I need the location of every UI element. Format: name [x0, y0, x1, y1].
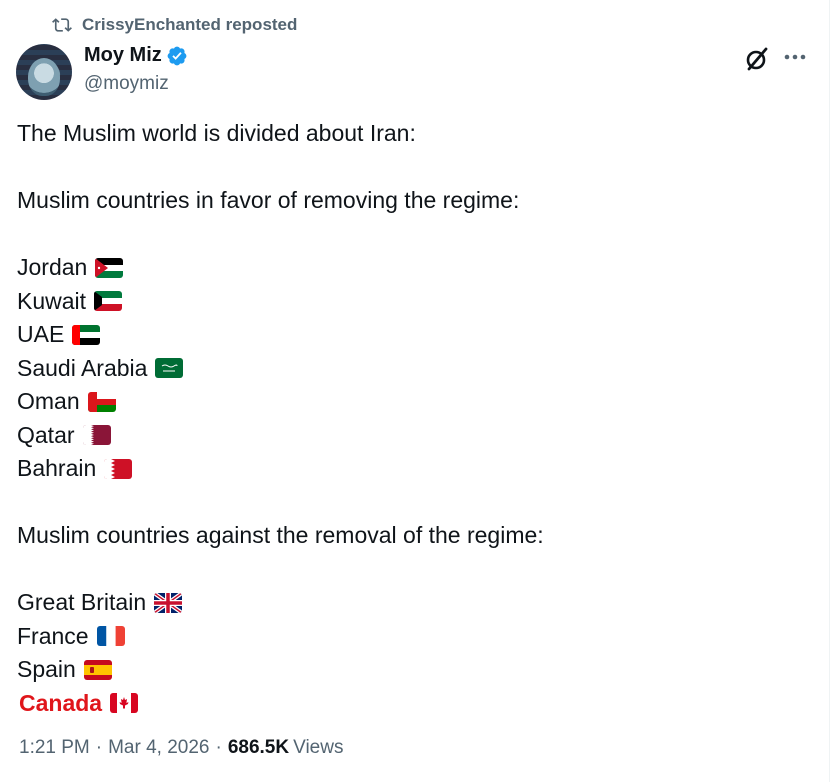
views-count: 686.5K [227, 737, 290, 758]
list-item: UAE [17, 318, 817, 352]
more-options-icon[interactable] [780, 44, 810, 70]
author-name-row[interactable]: Moy Miz [84, 44, 188, 67]
country-name: UAE [17, 321, 65, 347]
repost-text: CrissyEnchanted reposted [82, 15, 298, 34]
country-name: Jordan [17, 254, 88, 280]
list-item: Qatar [17, 419, 817, 453]
right-border [829, 0, 830, 782]
country-name: Great Britain [17, 589, 147, 615]
country-name: Canada [19, 689, 103, 716]
spain-flag-icon [83, 659, 112, 680]
tweet-meta: 1:21 PM · Mar 4, 2026 · 686.5K Views [19, 737, 343, 759]
saudi-arabia-flag-icon [155, 358, 184, 379]
against-heading: Muslim countries against the removal of … [17, 522, 544, 548]
qatar-flag-icon [82, 425, 111, 446]
country-name: Kuwait [17, 287, 87, 314]
grok-icon[interactable] [744, 46, 770, 72]
repost-icon [52, 18, 72, 32]
list-item: Saudi Arabia [17, 352, 817, 386]
list-item: France [17, 620, 817, 654]
tweet-time[interactable]: 1:21 PM [19, 737, 90, 759]
country-name: France [17, 622, 89, 649]
canada-flag-icon [110, 693, 139, 714]
tweet-intro: The Muslim world is divided about Iran: [17, 120, 416, 146]
tweet-date[interactable]: Mar 4, 2026 [108, 737, 209, 759]
author-handle[interactable]: @moymiz [84, 73, 169, 95]
avatar[interactable] [16, 44, 72, 100]
bahrain-flag-icon [104, 458, 133, 479]
country-name: Oman [17, 388, 80, 414]
list-item: Great Britain [17, 586, 817, 620]
in-favor-heading: Muslim countries in favor of removing th… [17, 187, 520, 213]
uk-flag-icon [154, 592, 183, 613]
repost-context[interactable]: CrissyEnchanted reposted [52, 14, 297, 36]
verified-badge-icon [167, 46, 187, 65]
list-item: Spain [17, 653, 817, 687]
uae-flag-icon [72, 324, 101, 345]
meta-separator: · [215, 737, 222, 758]
tweet-text: The Muslim world is divided about Iran: … [17, 117, 817, 720]
list-item-highlighted: Canada [17, 687, 817, 721]
country-name: Qatar [17, 421, 75, 448]
list-item: Jordan [17, 251, 817, 285]
country-name: Bahrain [17, 455, 97, 481]
france-flag-icon [96, 626, 125, 647]
list-item: Bahrain [17, 452, 817, 486]
country-name: Spain [17, 656, 76, 682]
meta-separator: · [95, 737, 103, 758]
list-item: Kuwait [17, 285, 817, 319]
country-name: Saudi Arabia [17, 354, 148, 381]
oman-flag-icon [87, 391, 116, 412]
list-item: Oman [17, 385, 817, 419]
kuwait-flag-icon [94, 291, 123, 312]
views-label: Views [293, 737, 344, 758]
jordan-flag-icon [95, 257, 124, 278]
author-name[interactable]: Moy Miz [84, 44, 162, 67]
